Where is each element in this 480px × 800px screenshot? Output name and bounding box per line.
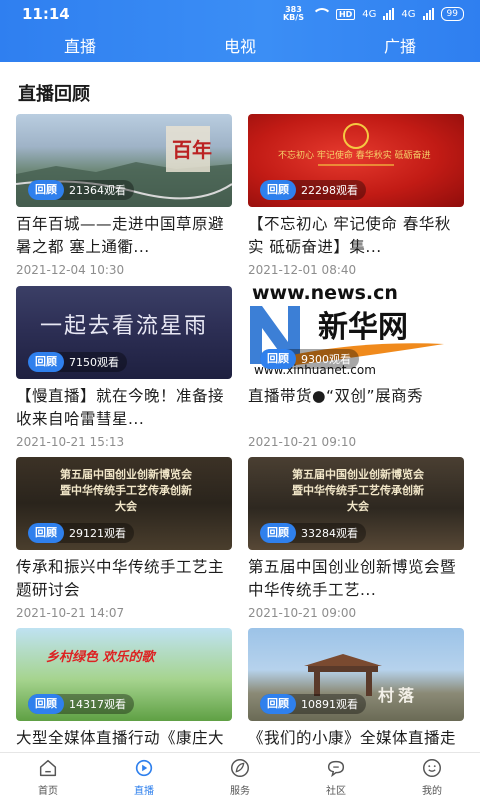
tab-tv[interactable]: 电视 bbox=[160, 33, 320, 57]
replay-tag: 回顾 bbox=[260, 523, 296, 543]
replay-card[interactable]: 一起去看流星雨 回顾 7150观看 【慢直播】就在今晚！准备接收来自哈雷彗星..… bbox=[16, 286, 232, 449]
nav-label: 首页 bbox=[38, 785, 58, 797]
thumb-caption: 百年 bbox=[172, 138, 212, 162]
thumb-caption: 第五届中国创业创新博览会 暨中华传统手工艺传承创新大会 bbox=[60, 468, 192, 513]
nav-community[interactable]: 社区 bbox=[288, 753, 384, 800]
card-date: 2021-12-01 08:40 bbox=[248, 263, 357, 277]
nav-label: 我的 bbox=[422, 785, 442, 797]
card-title: 【不忘初心 牢记使命 春华秋实 砥砺奋进】集... bbox=[248, 215, 451, 256]
tab-radio[interactable]: 广播 bbox=[320, 33, 480, 57]
thumbnail: 第五届中国创业创新博览会 暨中华传统手工艺传承创新大会 回顾 33284观看 bbox=[248, 457, 464, 550]
thumb-caption: 乡村绿色 欢乐的歌 bbox=[46, 650, 155, 665]
view-count: 21364观看 bbox=[69, 184, 126, 197]
view-count: 22298观看 bbox=[301, 184, 358, 197]
signal-icon bbox=[383, 8, 395, 20]
replay-tag: 回顾 bbox=[28, 352, 64, 372]
replay-badge: 回顾 7150观看 bbox=[28, 352, 127, 372]
bottom-nav: 首页 直播 服务 社区 我的 bbox=[0, 752, 480, 800]
replay-card[interactable]: 第五届中国创业创新博览会 暨中华传统手工艺传承创新大会 回顾 33284观看 第… bbox=[248, 457, 464, 620]
live-icon bbox=[135, 759, 153, 776]
card-date: 2021-12-04 10:30 bbox=[16, 263, 125, 277]
card-date: 2021-10-21 09:10 bbox=[248, 435, 357, 449]
card-title: 第五届中国创业创新博览会暨中华传统手工艺... bbox=[248, 558, 457, 599]
replay-tag: 回顾 bbox=[260, 180, 296, 200]
thumb-caption: 一起去看流星雨 bbox=[40, 314, 209, 339]
thumbnail: 一起去看流星雨 回顾 7150观看 bbox=[16, 286, 232, 379]
leaf-icon bbox=[231, 758, 249, 777]
nav-live[interactable]: 直播 bbox=[96, 753, 192, 800]
replay-tag: 回顾 bbox=[260, 349, 296, 369]
nav-home[interactable]: 首页 bbox=[0, 753, 96, 800]
card-title: 百年百城——走进中国草原避暑之都 塞上通衢... bbox=[16, 215, 225, 256]
section-title: 直播回顾 bbox=[18, 84, 90, 105]
header-bar: 11:14 383 KB/S HD 4G 4G 99 直播 电视 广播 bbox=[0, 0, 480, 62]
status-indicators: 383 KB/S HD 4G 4G 99 bbox=[283, 6, 464, 22]
nav-label: 服务 bbox=[230, 785, 250, 797]
card-title: 直播带货●“双创”展商秀 bbox=[248, 387, 424, 405]
thumbnail: www.news.cn 新华网 www.xinhuanet.com 回顾 930… bbox=[248, 286, 464, 379]
home-icon bbox=[39, 759, 57, 776]
card-title: 大型全媒体直播行动《康庄大道》乡村寻乐... bbox=[16, 729, 225, 754]
signal-icon-2 bbox=[422, 8, 434, 20]
hd-icon: HD bbox=[335, 8, 356, 20]
replay-badge: 回顾 14317观看 bbox=[28, 694, 134, 714]
status-bar: 11:14 383 KB/S HD 4G 4G 99 bbox=[0, 0, 480, 28]
replay-card[interactable]: 百年 回顾 21364观看 百年百城——走进中国草原避暑之都 塞上通衢... 2… bbox=[16, 114, 232, 277]
thumbnail: 村落 回顾 10891观看 bbox=[248, 628, 464, 721]
view-count: 7150观看 bbox=[69, 356, 119, 369]
replay-tag: 回顾 bbox=[28, 523, 64, 543]
replay-tag: 回顾 bbox=[260, 694, 296, 714]
view-count: 14317观看 bbox=[69, 698, 126, 711]
replay-card[interactable]: 第五届中国创业创新博览会 暨中华传统手工艺传承创新大会 回顾 29121观看 传… bbox=[16, 457, 232, 620]
battery-icon: 99 bbox=[440, 7, 464, 21]
replay-badge: 回顾 10891观看 bbox=[260, 694, 366, 714]
view-count: 9300观看 bbox=[301, 353, 351, 366]
network-speed: 383 KB/S bbox=[283, 6, 304, 22]
nav-label: 社区 bbox=[326, 785, 346, 797]
view-count: 33284观看 bbox=[301, 527, 358, 540]
card-title: 【慢直播】就在今晚！准备接收来自哈雷彗星... bbox=[16, 387, 225, 428]
replay-card[interactable]: 村落 回顾 10891观看 《我们的小康》全媒体直播走镜篇... bbox=[248, 628, 464, 754]
wifi-icon bbox=[311, 8, 332, 20]
replay-card[interactable]: www.news.cn 新华网 www.xinhuanet.com 回顾 930… bbox=[248, 286, 464, 449]
view-count: 10891观看 bbox=[301, 698, 358, 711]
view-count: 29121观看 bbox=[69, 527, 126, 540]
thumbnail: 不忘初心 牢记使命 春华秋实 砥砺奋进 回顾 22298观看 bbox=[248, 114, 464, 207]
thumbnail: 百年 回顾 21364观看 bbox=[16, 114, 232, 207]
speed-unit: KB/S bbox=[282, 13, 304, 22]
smile-icon bbox=[423, 758, 441, 777]
replay-badge: 回顾 21364观看 bbox=[28, 180, 134, 200]
card-title: 传承和振兴中华传统手工艺主题研讨会 bbox=[16, 558, 225, 599]
replay-badge: 回顾 22298观看 bbox=[260, 180, 366, 200]
chat-icon bbox=[327, 760, 345, 777]
replay-card[interactable]: 不忘初心 牢记使命 春华秋实 砥砺奋进 回顾 22298观看 【不忘初心 牢记使… bbox=[248, 114, 464, 277]
card-date: 2021-10-21 15:13 bbox=[16, 435, 125, 449]
card-date: 2021-10-21 09:00 bbox=[248, 606, 357, 620]
status-time: 11:14 bbox=[22, 5, 70, 23]
card-title: 《我们的小康》全媒体直播走镜篇... bbox=[248, 729, 457, 754]
replay-badge: 回顾 29121观看 bbox=[28, 523, 134, 543]
thumb-caption: 村落 bbox=[378, 686, 419, 705]
nav-service[interactable]: 服务 bbox=[192, 753, 288, 800]
nav-label: 直播 bbox=[134, 785, 154, 797]
net1-label: 4G bbox=[362, 8, 377, 20]
nav-mine[interactable]: 我的 bbox=[384, 753, 480, 800]
thumbnail: 第五届中国创业创新博览会 暨中华传统手工艺传承创新大会 回顾 29121观看 bbox=[16, 457, 232, 550]
replay-badge: 回顾 9300观看 bbox=[260, 349, 359, 369]
thumbnail: 乡村绿色 欢乐的歌 回顾 14317观看 bbox=[16, 628, 232, 721]
replay-card[interactable]: 乡村绿色 欢乐的歌 回顾 14317观看 大型全媒体直播行动《康庄大道》乡村寻乐… bbox=[16, 628, 232, 754]
top-tabs: 直播 电视 广播 bbox=[0, 28, 480, 62]
replay-badge: 回顾 33284观看 bbox=[260, 523, 366, 543]
replay-tag: 回顾 bbox=[28, 180, 64, 200]
net2-label: 4G bbox=[401, 8, 416, 20]
thumb-caption: 不忘初心 牢记使命 春华秋实 砥砺奋进 bbox=[278, 151, 431, 161]
replay-tag: 回顾 bbox=[28, 694, 64, 714]
xinhua-name: 新华网 bbox=[318, 310, 408, 345]
tab-live[interactable]: 直播 bbox=[0, 33, 160, 57]
card-date: 2021-10-21 14:07 bbox=[16, 606, 125, 620]
thumb-caption: 第五届中国创业创新博览会 暨中华传统手工艺传承创新大会 bbox=[292, 468, 424, 513]
replay-grid: 百年 回顾 21364观看 百年百城——走进中国草原避暑之都 塞上通衢... 2… bbox=[16, 114, 466, 754]
